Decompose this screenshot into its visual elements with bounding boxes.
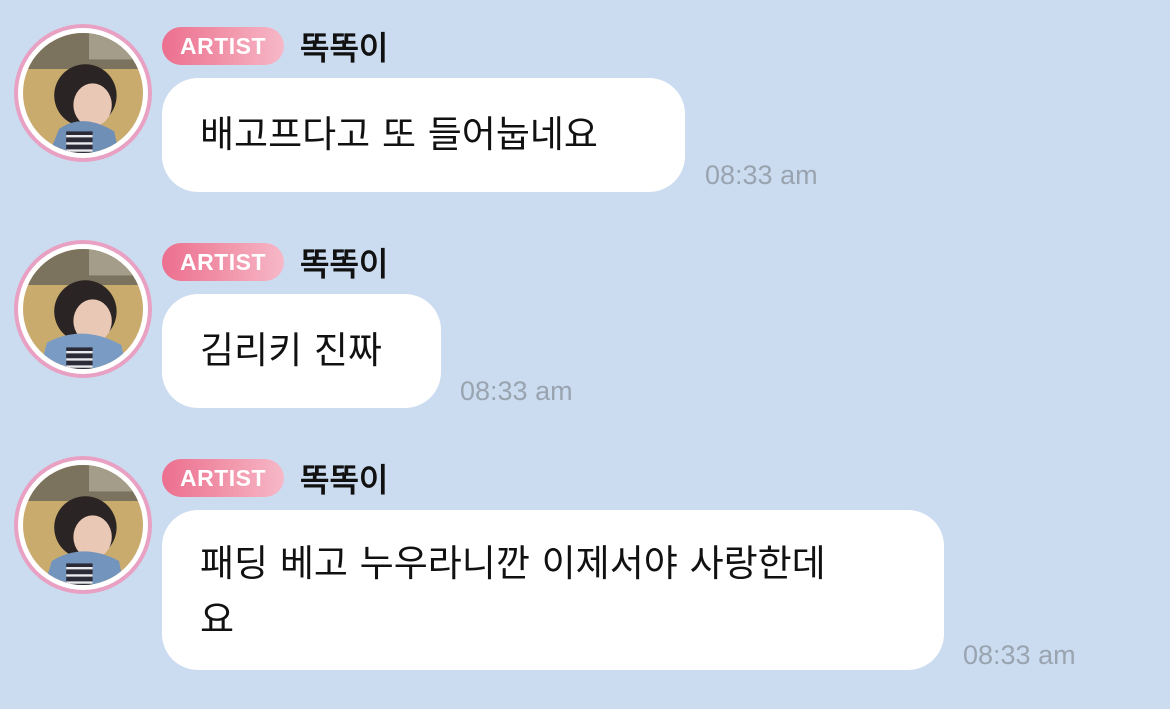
avatar[interactable] — [14, 24, 152, 162]
message-timestamp: 08:33 am — [705, 160, 818, 190]
sender-name[interactable]: 똑똑이 — [300, 239, 388, 285]
message-timestamp: 08:33 am — [460, 376, 573, 406]
message-bubble[interactable]: 배고프다고 또 들어눕네요 — [162, 78, 685, 192]
message-bubble[interactable]: 패딩 베고 누우라니깐 이제서야 사랑한데 요 — [162, 510, 944, 670]
profile-photo-icon — [23, 465, 143, 585]
profile-photo-icon — [23, 249, 143, 369]
artist-badge: ARTIST — [162, 459, 284, 497]
avatar[interactable] — [14, 456, 152, 594]
avatar[interactable] — [14, 240, 152, 378]
message-timestamp: 08:33 am — [963, 640, 1076, 670]
sender-name[interactable]: 똑똑이 — [300, 23, 388, 69]
message-text: 배고프다고 또 들어눕네요 — [200, 113, 598, 156]
message-text: 패딩 베고 누우라니깐 이제서야 사랑한데 — [200, 542, 826, 585]
message-text: 김리키 진짜 — [200, 329, 382, 372]
sender-name[interactable]: 똑똑이 — [300, 455, 388, 501]
profile-photo-icon — [23, 33, 143, 153]
message-bubble[interactable]: 김리키 진짜 — [162, 294, 441, 408]
artist-badge: ARTIST — [162, 27, 284, 65]
artist-badge: ARTIST — [162, 243, 284, 281]
chat-message-list: ARTIST 똑똑이 배고프다고 또 들어눕네요 08:33 am ARTIST… — [0, 0, 1170, 709]
message-text-continued: 요 — [200, 598, 235, 641]
